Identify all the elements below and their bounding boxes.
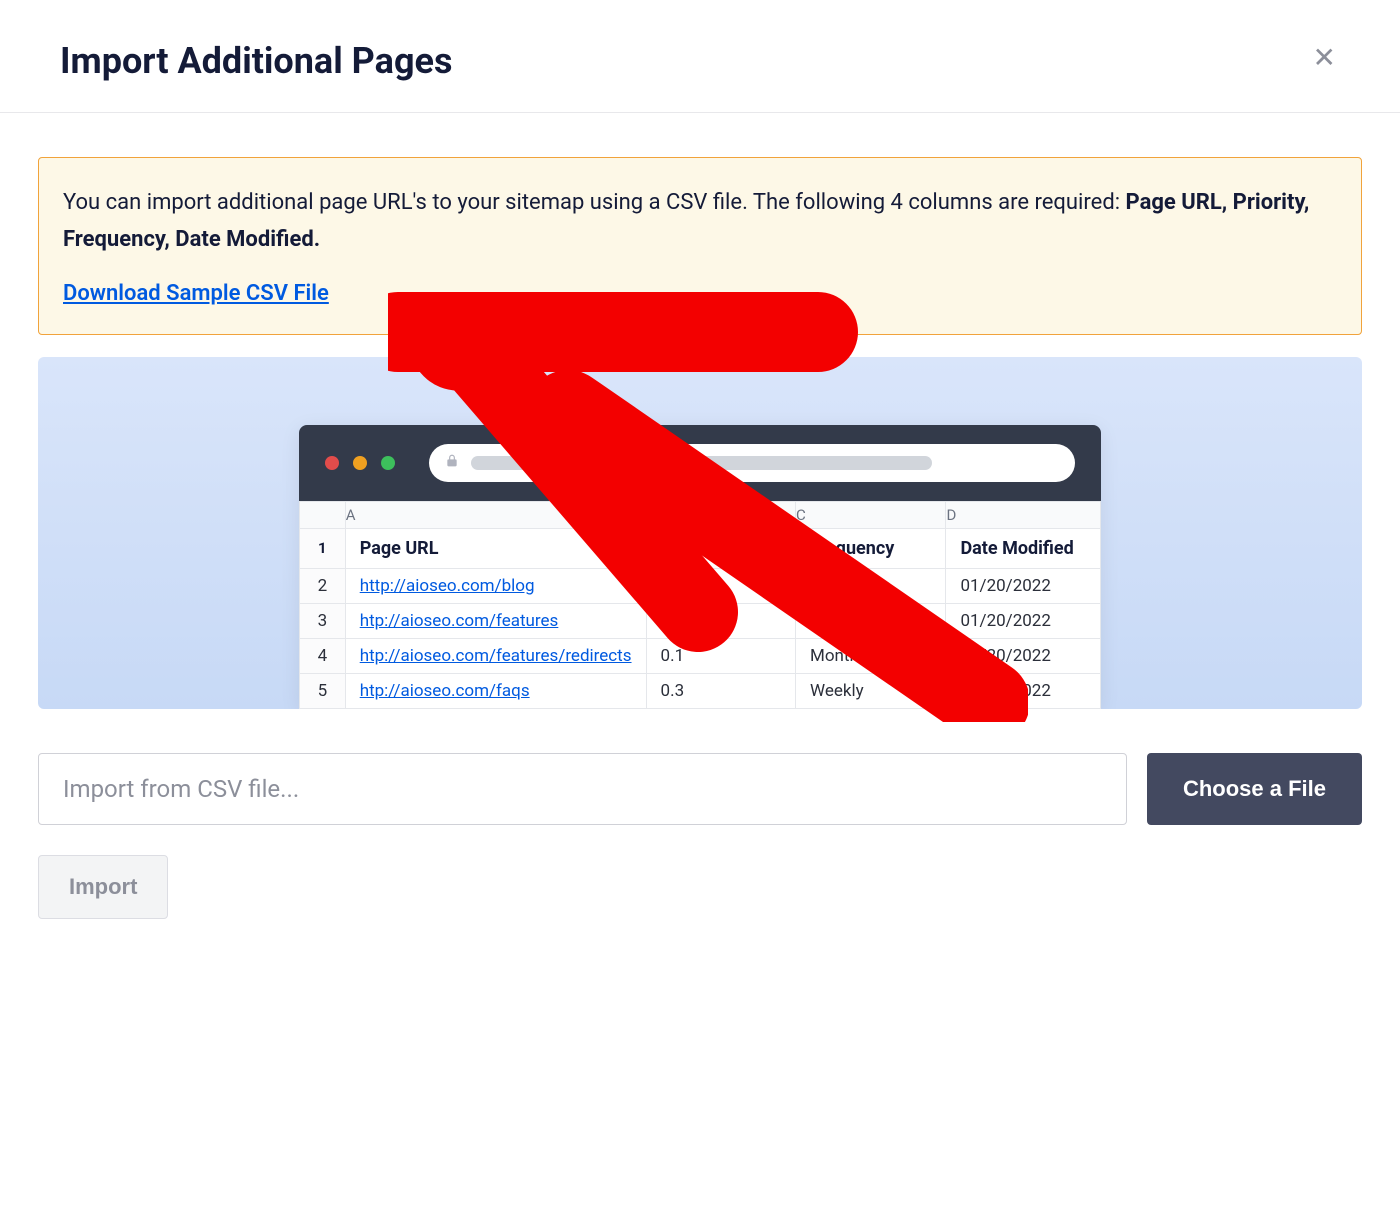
header-cell: Priority [646,528,795,568]
traffic-red-icon [325,456,339,470]
import-button[interactable]: Import [38,855,168,919]
priority-cell: 0.1 [646,603,795,638]
url-link[interactable]: htp://aioseo.com/faqs [360,681,530,701]
row-num: 3 [300,603,346,638]
corner-cell [300,501,346,528]
csv-preview-panel: A B C D 1 Page URL Priority Frequency Da… [38,357,1362,709]
col-letter: C [796,501,946,528]
lock-icon [445,453,459,472]
date-cell: 01/20/2022 [946,603,1101,638]
priority-cell: 0.0 [646,568,795,603]
frequency-cell: Monthly [796,638,946,673]
table-row: 4 htp://aioseo.com/features/redirects 0.… [300,638,1101,673]
address-bar [429,444,1075,482]
csv-sheet: A B C D 1 Page URL Priority Frequency Da… [299,501,1101,709]
info-text: You can import additional page URL's to … [63,184,1337,259]
date-cell: 01/20/2022 [946,673,1101,708]
row-num: 5 [300,673,346,708]
frequency-cell: Weekly [796,603,946,638]
priority-cell: 0.1 [646,638,795,673]
column-letters-row: A B C D [300,501,1101,528]
row-num: 4 [300,638,346,673]
col-letter: B [646,501,795,528]
info-pre: You can import additional page URL's to … [63,190,1126,215]
table-row: 5 htp://aioseo.com/faqs 0.3 Weekly 01/20… [300,673,1101,708]
col-letter: A [345,501,646,528]
table-row: 2 http://aioseo.com/blog 0.0 Weekly 01/2… [300,568,1101,603]
row-num: 2 [300,568,346,603]
frequency-cell: Weekly [796,673,946,708]
csv-file-input[interactable]: Import from CSV file... [38,753,1127,825]
row-num: 1 [300,528,346,568]
table-row: 3 htp://aioseo.com/features 0.1 Weekly 0… [300,603,1101,638]
download-sample-link[interactable]: Download Sample CSV File [63,281,329,306]
date-cell: 01/20/2022 [946,568,1101,603]
url-cell: htp://aioseo.com/features [345,603,646,638]
priority-cell: 0.3 [646,673,795,708]
example-window: A B C D 1 Page URL Priority Frequency Da… [299,425,1101,709]
header-cell: Date Modified [946,528,1101,568]
url-link[interactable]: htp://aioseo.com/features/redirects [360,646,632,666]
url-cell: htp://aioseo.com/faqs [345,673,646,708]
col-letter: D [946,501,1101,528]
file-row: Import from CSV file... Choose a File [38,753,1362,825]
traffic-yellow-icon [353,456,367,470]
close-icon[interactable]: ✕ [1309,40,1340,76]
url-link[interactable]: http://aioseo.com/blog [360,576,535,596]
modal-body: You can import additional page URL's to … [0,113,1400,919]
header-cell: Frequency [796,528,946,568]
header-row: 1 Page URL Priority Frequency Date Modif… [300,528,1101,568]
window-chrome [299,425,1101,501]
frequency-cell: Weekly [796,568,946,603]
address-placeholder [471,456,932,470]
header-cell: Page URL [345,528,646,568]
info-box: You can import additional page URL's to … [38,157,1362,335]
url-cell: http://aioseo.com/blog [345,568,646,603]
modal-title: Import Additional Pages [60,40,452,82]
url-link[interactable]: htp://aioseo.com/features [360,611,559,631]
traffic-green-icon [381,456,395,470]
url-cell: htp://aioseo.com/features/redirects [345,638,646,673]
choose-file-button[interactable]: Choose a File [1147,753,1362,825]
date-cell: 01/20/2022 [946,638,1101,673]
modal-header: Import Additional Pages ✕ [0,0,1400,113]
